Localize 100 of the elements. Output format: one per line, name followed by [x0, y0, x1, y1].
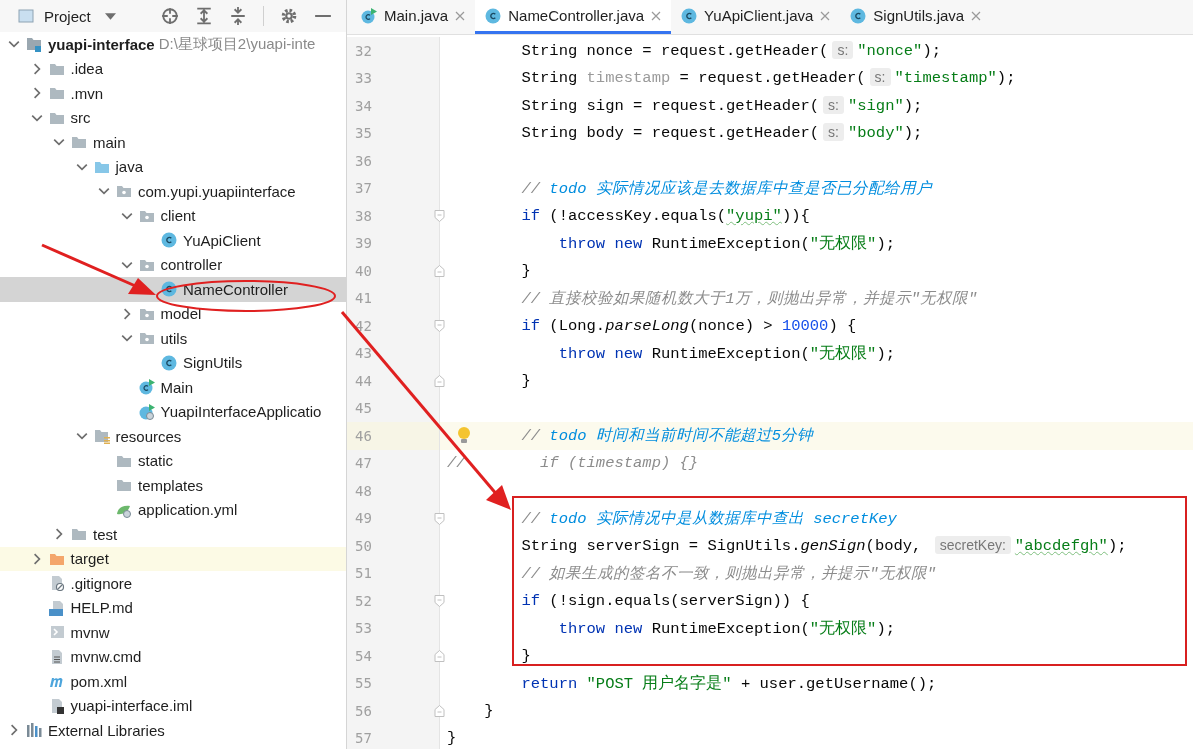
line-number: 35: [355, 125, 372, 142]
tree-item[interactable]: YuapiInterfaceApplicatio: [0, 399, 346, 424]
line-number: 42: [355, 317, 372, 334]
tree-item[interactable]: .idea: [0, 56, 346, 81]
line-number: 54: [355, 647, 372, 664]
terminal-file-icon: [48, 624, 65, 641]
code-line: // 直接校验如果随机数大于1万，则抛出异常，并提示"无权限": [521, 288, 978, 309]
code-line: String timestamp = request.getHeader( s: "timestamp");: [521, 69, 1016, 88]
line-number: 53: [355, 620, 372, 637]
chevron-icon[interactable]: [53, 528, 65, 541]
tree-item[interactable]: target: [0, 546, 346, 571]
tree-item[interactable]: controller: [0, 252, 346, 277]
runnable-class-icon: [138, 379, 155, 396]
tree-item[interactable]: client: [0, 203, 346, 228]
markdown-file-icon: [48, 599, 65, 616]
tree-item[interactable]: .mvn: [0, 81, 346, 106]
folder-icon: [116, 477, 132, 494]
tree-item[interactable]: External Libraries: [0, 718, 346, 743]
fold-marker-icon[interactable]: [434, 375, 445, 387]
panel-title[interactable]: Project: [44, 7, 91, 25]
tree-item[interactable]: src: [0, 105, 346, 130]
code-line: String body = request.getHeader( s: "body");: [521, 124, 923, 143]
locate-icon[interactable]: [161, 7, 179, 25]
dropdown-caret-icon[interactable]: [104, 12, 116, 20]
tree-item[interactable]: SignUtils: [0, 350, 346, 375]
close-icon[interactable]: [651, 10, 662, 21]
line-number: 38: [355, 207, 372, 224]
fold-marker-icon[interactable]: [434, 512, 445, 525]
code-line: }: [447, 729, 457, 748]
tree-item[interactable]: templates: [0, 473, 346, 498]
chevron-icon[interactable]: [8, 724, 20, 737]
code-line: // 如果生成的签名不一致，则抛出异常，并提示"无权限": [521, 563, 936, 584]
line-number: 51: [355, 565, 372, 582]
line-number: 33: [355, 70, 372, 87]
lightbulb-icon[interactable]: [457, 426, 471, 444]
tree-item[interactable]: Main: [0, 375, 346, 400]
line-number: 37: [355, 180, 372, 197]
module-folder-icon: [26, 36, 42, 53]
tree-item[interactable]: com.yupi.yuapiinterface: [0, 179, 346, 204]
editor-tab[interactable]: SignUtils.java: [840, 0, 992, 34]
line-number: 46: [355, 427, 372, 444]
code-line: if (Long.parseLong(nonce) > 10000) {: [521, 316, 857, 335]
tree-item[interactable]: pom.xml: [0, 669, 346, 694]
code-line: if (!accessKey.equals("yupi")){: [521, 206, 810, 225]
line-number: 48: [355, 482, 372, 499]
tree-item[interactable]: HELP.md: [0, 595, 346, 620]
collapse-all-icon[interactable]: [229, 7, 247, 25]
code-line: throw new RuntimeException("无权限");: [558, 343, 895, 364]
close-icon[interactable]: [971, 10, 982, 21]
line-number: 32: [355, 42, 372, 59]
panel-icon: [18, 8, 34, 24]
tree-item[interactable]: .gitignore: [0, 571, 346, 596]
tree-item[interactable]: NameController: [0, 277, 346, 302]
fold-marker-icon[interactable]: [434, 705, 445, 717]
line-number: 45: [355, 400, 372, 417]
code-line: }: [484, 701, 494, 720]
code-line: if (!sign.equals(serverSign)) {: [521, 591, 810, 610]
package-icon: [138, 330, 155, 347]
line-number: 34: [355, 97, 372, 114]
settings-icon[interactable]: [280, 7, 298, 25]
folder-icon: [71, 134, 87, 151]
close-icon[interactable]: [455, 10, 466, 21]
line-number: 44: [355, 372, 372, 389]
tree-item[interactable]: model: [0, 301, 346, 326]
expand-all-icon[interactable]: [195, 7, 213, 25]
line-number: 47: [355, 455, 372, 472]
fold-marker-icon[interactable]: [434, 210, 445, 222]
tree-item[interactable]: mvnw.cmd: [0, 644, 346, 669]
code-line: }: [521, 371, 531, 390]
editor-tab[interactable]: Main.java: [351, 0, 476, 34]
package-icon: [116, 183, 132, 200]
tree-item[interactable]: resources: [0, 424, 346, 449]
tree-item[interactable]: test: [0, 522, 346, 547]
line-number: 40: [355, 262, 372, 279]
fold-marker-icon[interactable]: [434, 265, 445, 277]
tree-item[interactable]: utils: [0, 326, 346, 351]
tree-item[interactable]: java: [0, 154, 346, 179]
fold-marker-icon[interactable]: [434, 650, 445, 662]
editor-tab[interactable]: NameController.java: [475, 0, 672, 34]
code-line: throw new RuntimeException("无权限");: [558, 233, 895, 254]
spring-class-icon: [138, 403, 155, 420]
tree-item[interactable]: YuApiClient: [0, 228, 346, 253]
fold-marker-icon[interactable]: [434, 320, 445, 332]
tree-item[interactable]: static: [0, 448, 346, 473]
tree-item[interactable]: application.yml: [0, 497, 346, 522]
tree-item[interactable]: main: [0, 130, 346, 155]
resources-folder-icon: [93, 428, 110, 445]
code-line: String nonce = request.getHeader( s: "nonce");: [521, 41, 941, 60]
tree-item[interactable]: yuapi-interface D:\星球项目2\yuapi-inte: [0, 32, 346, 57]
editor-tab[interactable]: YuApiClient.java: [671, 0, 841, 34]
fold-marker-icon[interactable]: [434, 595, 445, 607]
line-number: 50: [355, 537, 372, 554]
tree-item[interactable]: yuapi-interface.iml: [0, 693, 346, 718]
tree-item[interactable]: mvnw: [0, 620, 346, 645]
library-icon: [26, 722, 42, 739]
class-icon: [161, 232, 177, 249]
close-icon[interactable]: [820, 10, 831, 21]
code-line: String sign = request.getHeader( s: "sign");: [521, 96, 923, 115]
class-icon: [850, 7, 867, 24]
class-icon: [161, 281, 177, 298]
